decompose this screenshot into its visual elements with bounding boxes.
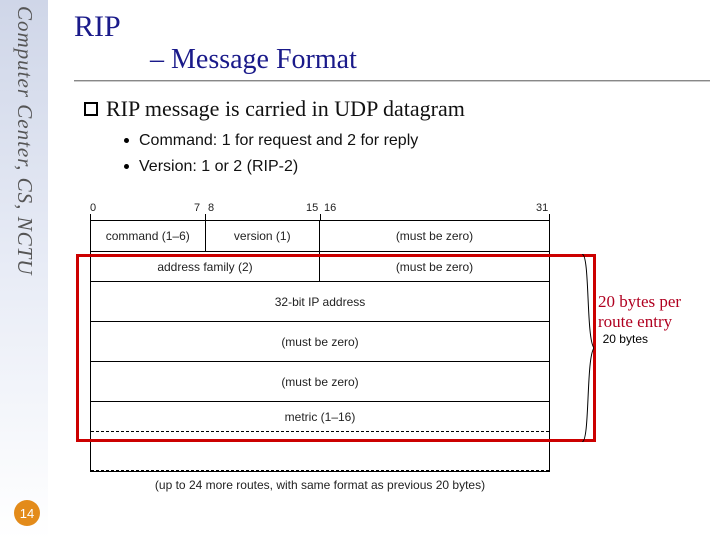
title-line-2: – Message Format [150, 44, 720, 76]
sidebar: Computer Center, CS, NCTU [0, 0, 48, 540]
cell-mbz-3: (must be zero) [91, 322, 549, 361]
cell-addr-family: address family (2) [91, 252, 320, 281]
brace-icon [580, 254, 594, 442]
sub-bullet-1-text: Command: 1 for request and 2 for reply [139, 132, 418, 149]
cell-mbz-2: (must be zero) [320, 252, 549, 281]
sub-bullet-2: Version: 1 or 2 (RIP-2) [124, 158, 720, 176]
bit-0: 0 [90, 202, 96, 214]
table-row: (must be zero) [91, 321, 549, 361]
dot-icon [124, 138, 129, 143]
table-row: metric (1–16) [91, 401, 549, 431]
bit-15: 15 [306, 202, 318, 214]
footer-note: (up to 24 more routes, with same format … [120, 478, 520, 492]
checkbox-bullet-icon [84, 102, 98, 116]
slide: Computer Center, CS, NCTU 14 RIP – Messa… [0, 0, 720, 540]
cell-metric: metric (1–16) [91, 402, 549, 431]
page-number-badge: 14 [14, 500, 40, 526]
packet-table: command (1–6) version (1) (must be zero)… [90, 220, 550, 472]
table-row: address family (2) (must be zero) [91, 251, 549, 281]
table-row: 32-bit IP address [91, 281, 549, 321]
bullet-main-text: RIP message is carried in UDP datagram [106, 96, 465, 122]
bit-8: 8 [208, 202, 214, 214]
sidebar-org-text: Computer Center, CS, NCTU [12, 6, 37, 275]
sub-bullet-1: Command: 1 for request and 2 for reply [124, 132, 720, 150]
annotation-text: 20 bytes per route entry [598, 292, 698, 331]
bit-ticks [90, 220, 550, 226]
title-line-1: RIP [74, 10, 720, 44]
cell-ip-address: 32-bit IP address [91, 282, 549, 321]
cell-mbz-4: (must be zero) [91, 362, 549, 401]
bit-31: 31 [536, 202, 548, 214]
sub-bullets: Command: 1 for request and 2 for reply V… [124, 132, 720, 176]
title-divider [74, 80, 710, 82]
table-row: (must be zero) [91, 361, 549, 401]
packet-diagram: 0 7 8 15 16 31 command (1–6) version (1)… [60, 202, 700, 492]
bit-7: 7 [194, 202, 200, 214]
dot-icon [124, 164, 129, 169]
brace-label: 20 bytes [603, 332, 648, 346]
bit-16: 16 [324, 202, 336, 214]
bullet-main: RIP message is carried in UDP datagram [84, 96, 720, 122]
sub-bullet-2-text: Version: 1 or 2 (RIP-2) [139, 158, 298, 175]
dashed-continuation-row [91, 431, 549, 471]
